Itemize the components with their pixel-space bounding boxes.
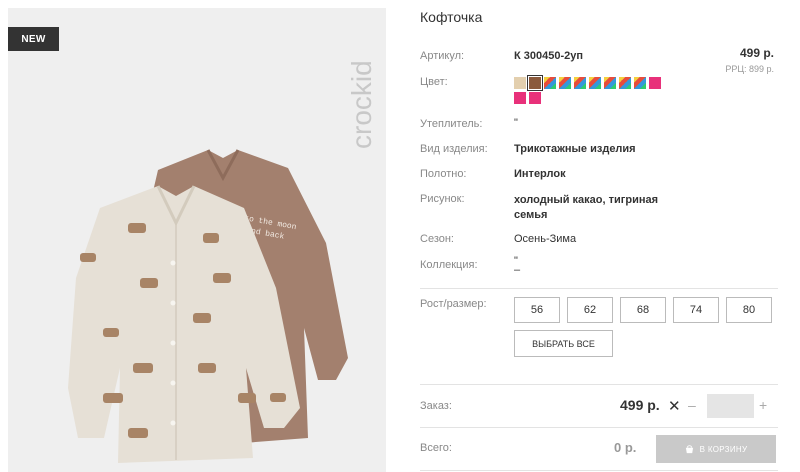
order-price: 499 р. [620, 397, 660, 413]
product-price: 499 р. [739, 46, 774, 60]
color-swatch-multicolor[interactable] [544, 77, 556, 89]
product-image-panel: to the moon and back NEW crockid [8, 8, 386, 472]
total-value: 0 р. [614, 440, 637, 455]
type-label: Вид изделия: [420, 143, 488, 155]
decrement-button[interactable]: – [688, 397, 696, 413]
color-swatch-multicolor[interactable] [619, 77, 631, 89]
type-value: Трикотажные изделия [514, 143, 636, 155]
divider [420, 384, 778, 385]
color-swatch-multicolor[interactable] [604, 77, 616, 89]
add-to-cart-label: В КОРЗИНУ [699, 444, 748, 454]
size-button-74[interactable]: 74 [673, 297, 719, 323]
select-all-sizes-button[interactable]: ВЫБРАТЬ ВСЕ [514, 330, 613, 357]
color-swatch-pink[interactable] [514, 92, 526, 104]
pattern-label: Рисунок: [420, 193, 465, 205]
fabric-label: Полотно: [420, 168, 467, 180]
new-badge: NEW [8, 27, 59, 51]
size-options: 56 62 68 74 80 [514, 297, 772, 323]
product-title: Кофточка [420, 9, 483, 25]
sku-label: Артикул: [420, 50, 465, 62]
season-label: Сезон: [420, 233, 454, 245]
size-button-62[interactable]: 62 [567, 297, 613, 323]
size-label: Рост/размер: [420, 298, 487, 310]
size-button-68[interactable]: 68 [620, 297, 666, 323]
brand-logo: crockid [346, 60, 376, 149]
divider [420, 288, 778, 289]
color-swatches [514, 75, 664, 104]
total-label: Всего: [420, 442, 452, 454]
color-swatch-pink[interactable] [529, 92, 541, 104]
product-rrp: РРЦ: 899 р. [725, 64, 774, 74]
color-swatch-multicolor[interactable] [589, 77, 601, 89]
increment-button[interactable]: + [759, 397, 767, 413]
insulation-value: " [514, 117, 518, 129]
size-button-56[interactable]: 56 [514, 297, 560, 323]
sku-value: К 300450-2уп [514, 50, 584, 62]
quantity-input[interactable] [707, 394, 754, 418]
color-swatch-multicolor[interactable] [559, 77, 571, 89]
divider [420, 470, 778, 471]
divider [420, 427, 778, 428]
collection-label: Коллекция: [420, 259, 478, 271]
season-value: Осень-Зима [514, 233, 577, 245]
fabric-value: Интерлок [514, 168, 566, 180]
order-label: Заказ: [420, 400, 452, 412]
times-icon: ✕ [668, 398, 681, 415]
color-swatch-beige[interactable] [514, 77, 526, 89]
pattern-value: холодный какао, тигриная семья [514, 194, 659, 221]
brand-logo-text: crockid [346, 60, 376, 149]
product-photo: to the moon and back [68, 149, 348, 463]
color-swatch-pink[interactable] [649, 77, 661, 89]
cart-icon [685, 444, 693, 453]
color-label: Цвет: [420, 76, 448, 88]
insulation-label: Утеплитель: [420, 118, 483, 130]
collection-value: " – [514, 255, 521, 276]
color-swatch-multicolor[interactable] [574, 77, 586, 89]
add-to-cart-button[interactable]: В КОРЗИНУ [656, 435, 776, 463]
color-swatch-multicolor[interactable] [634, 77, 646, 89]
size-button-80[interactable]: 80 [726, 297, 772, 323]
color-swatch-cocoa[interactable] [527, 75, 543, 91]
